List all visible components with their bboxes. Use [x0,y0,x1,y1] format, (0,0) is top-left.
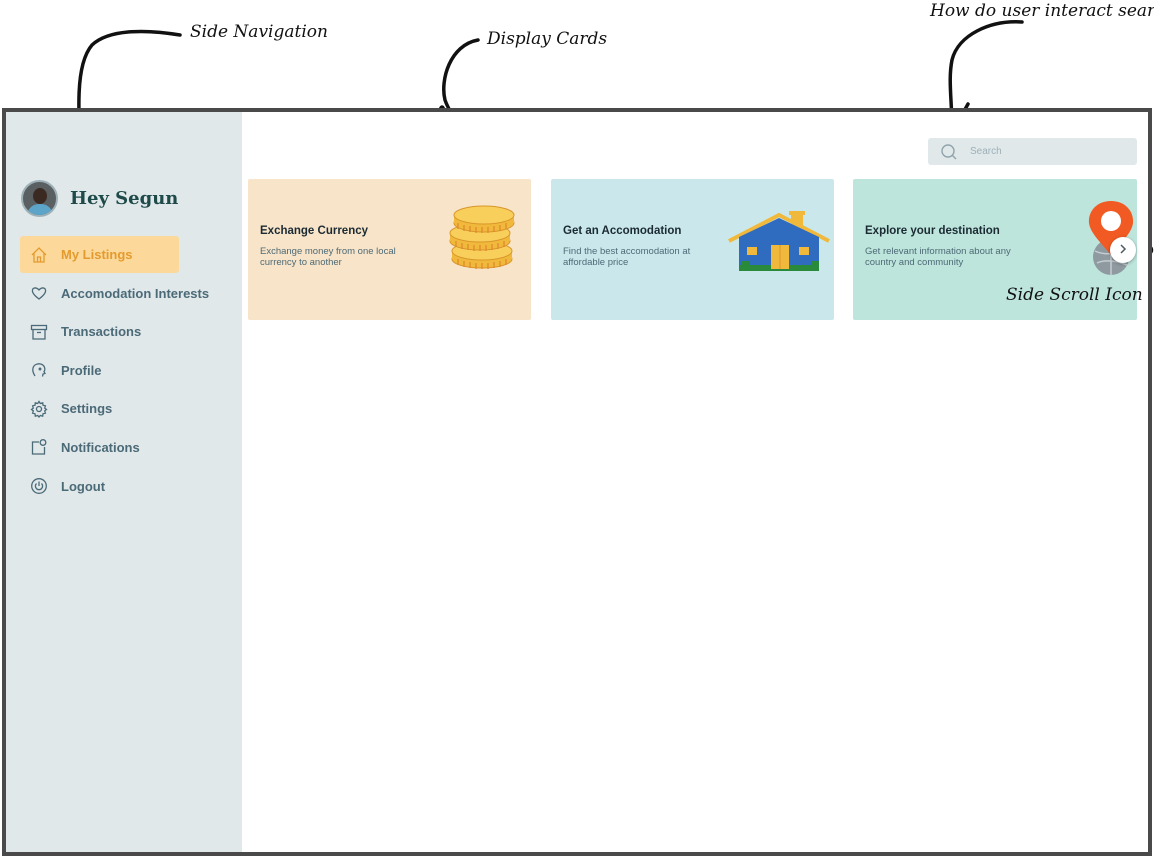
card-exchange-currency[interactable]: Exchange Currency Exchange money from on… [248,179,531,320]
sidebar-item-label: My Listings [61,247,133,262]
annotation-side-navigation: Side Navigation [190,22,328,42]
side-scroll-button[interactable] [1110,237,1136,263]
card-title: Get an Accomodation [563,225,682,237]
profile-head-icon [30,361,48,379]
card-get-accomodation[interactable]: Get an Accomodation Find the best accomo… [551,179,834,320]
sidebar-item-label: Logout [61,478,106,494]
search-input[interactable] [968,145,1132,158]
sidebar-item-settings[interactable]: Settings [20,390,230,427]
greeting-text: Hey Segun [70,188,179,209]
card-description: Get relevant information about any count… [865,246,1011,268]
coins-icon [449,205,515,269]
sidebar-item-label: Transactions [61,324,142,340]
side-navigation: Hey Segun My Listings Accomodation Inter… [6,112,242,852]
sidebar-item-my-listings[interactable]: My Listings [20,236,179,273]
sidebar-item-label: Notifications [61,439,140,455]
user-profile: Hey Segun [21,180,178,217]
card-title: Exchange Currency [260,225,369,237]
sidebar-item-transactions[interactable]: Transactions [20,313,230,350]
archive-icon [30,323,48,341]
card-title: Explore your destination [865,225,1000,237]
app-window: Hey Segun My Listings Accomodation Inter… [2,108,1152,856]
search-icon [940,143,958,161]
sidebar-item-profile[interactable]: Profile [20,352,230,389]
search-bar[interactable] [928,138,1137,165]
sidebar-item-label: Profile [61,362,102,378]
sidebar-item-notifications[interactable]: Notifications [20,429,230,466]
gear-icon [30,400,48,418]
sidebar-nav: My Listings Accomodation Interests Trans… [20,236,230,506]
sidebar-item-logout[interactable]: Logout [20,468,230,505]
annotation-display-cards: Display Cards [487,29,608,49]
power-icon [30,477,48,495]
house-icon [728,211,830,271]
sidebar-item-label: Accomodation Interests [61,285,210,301]
map-pin-globe-icon [1088,201,1134,275]
notification-icon [30,438,48,456]
annotation-search: How do user interact search [930,1,1154,21]
card-description: Exchange money from one local currency t… [260,246,396,268]
annotation-side-scroll: Side Scroll Icon [1006,285,1143,305]
avatar [21,180,58,217]
sidebar-item-label: Settings [61,401,113,417]
heart-icon [30,284,48,302]
home-icon [30,246,48,264]
card-description: Find the best accomodation at affordable… [563,246,691,268]
chevron-right-icon [1117,242,1129,258]
sidebar-item-accomodation-interests[interactable]: Accomodation Interests [20,275,230,312]
